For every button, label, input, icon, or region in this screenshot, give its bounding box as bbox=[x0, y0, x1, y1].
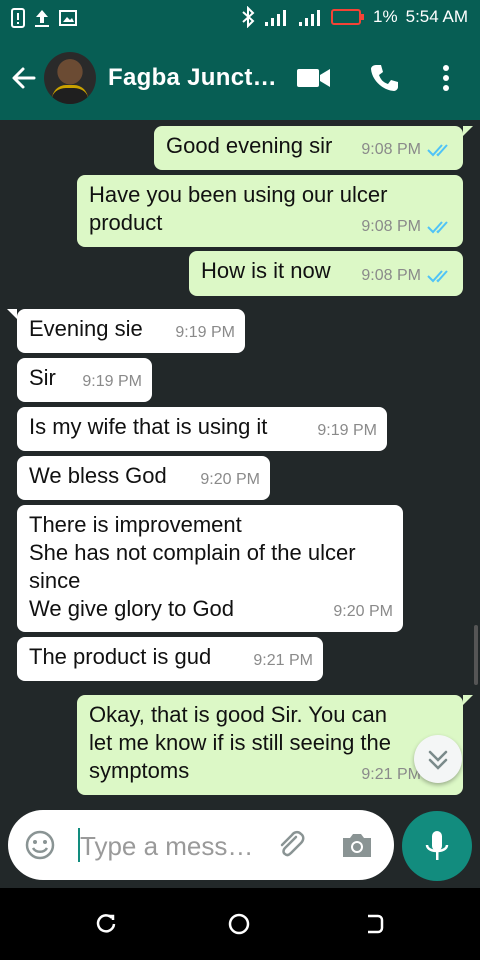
emoji-button[interactable] bbox=[24, 829, 56, 866]
message-time: 9:19 PM bbox=[82, 373, 142, 390]
image-notification-icon bbox=[59, 10, 77, 26]
phone-icon bbox=[371, 65, 398, 91]
message-text-line: Okay, that is good Sir. You can bbox=[89, 702, 388, 727]
message-time: 9:08 PM bbox=[361, 267, 421, 284]
message-meta: 9:19 PM bbox=[82, 368, 142, 396]
message-bubble-incoming[interactable]: Sir 9:19 PM bbox=[17, 358, 152, 402]
message-text-line: She has not complain of the ulcer bbox=[29, 540, 356, 565]
message-text: How is it now bbox=[201, 258, 331, 283]
attach-icon bbox=[280, 830, 305, 857]
message-meta: 9:08 PM bbox=[361, 262, 453, 290]
status-left-icons bbox=[10, 8, 78, 28]
message-bubble-incoming[interactable]: The product is gud 9:21 PM bbox=[17, 637, 323, 681]
battery-low-icon bbox=[331, 9, 365, 25]
message-time: 9:20 PM bbox=[200, 471, 260, 488]
recents-button[interactable] bbox=[94, 912, 118, 941]
more-options-button[interactable] bbox=[436, 64, 456, 97]
video-call-icon bbox=[297, 69, 330, 87]
message-text: Sir bbox=[29, 365, 56, 390]
back-nav-button[interactable] bbox=[362, 912, 386, 941]
status-right: 1% 5:54 AM bbox=[241, 6, 468, 28]
clock: 5:54 AM bbox=[405, 7, 468, 26]
camera-button[interactable] bbox=[340, 830, 374, 865]
attach-button[interactable] bbox=[274, 828, 308, 867]
voice-call-button[interactable] bbox=[368, 62, 400, 99]
message-bubble-outgoing[interactable]: How is it now 9:08 PM bbox=[189, 251, 463, 296]
message-bubble-outgoing[interactable]: Have you been using our ulcer product 9:… bbox=[77, 175, 463, 247]
message-bubble-incoming[interactable]: Is my wife that is using it 9:19 PM bbox=[17, 407, 387, 451]
upload-icon bbox=[35, 10, 49, 27]
signal-icon bbox=[299, 10, 321, 26]
read-receipt-icon bbox=[427, 144, 448, 157]
contact-name[interactable]: Fagba Junct… bbox=[108, 64, 277, 92]
more-vert-icon bbox=[443, 65, 449, 91]
message-time: 9:19 PM bbox=[317, 422, 377, 439]
message-meta: 9:19 PM bbox=[175, 319, 235, 347]
status-bar: 1% 5:54 AM bbox=[0, 0, 480, 36]
message-input[interactable]: Type a mess… bbox=[8, 810, 394, 880]
signal-icon bbox=[265, 10, 287, 26]
message-placeholder: Type a mess… bbox=[80, 831, 254, 861]
chat-header: Fagba Junct… bbox=[0, 36, 480, 120]
message-time: 9:08 PM bbox=[361, 141, 421, 158]
scroll-to-bottom-button[interactable] bbox=[414, 735, 462, 783]
read-receipt-icon bbox=[427, 270, 448, 283]
message-text-line: There is improvement bbox=[29, 512, 242, 537]
home-icon bbox=[228, 913, 250, 935]
message-text: Is my wife that is using it bbox=[29, 414, 268, 439]
scrollbar[interactable] bbox=[474, 625, 478, 685]
message-text-line: Have you been using our ulcer bbox=[89, 182, 388, 207]
message-time: 9:08 PM bbox=[361, 218, 421, 235]
message-time: 9:21 PM bbox=[361, 766, 421, 783]
composer-bar: Type a mess… bbox=[0, 810, 480, 888]
message-text-line: since bbox=[29, 568, 81, 593]
message-meta: 9:21 PM bbox=[253, 647, 313, 675]
recents-icon bbox=[96, 914, 116, 933]
message-time: 9:19 PM bbox=[175, 324, 235, 341]
message-time: 9:21 PM bbox=[253, 652, 313, 669]
message-meta: 9:20 PM bbox=[200, 466, 260, 494]
camera-icon bbox=[343, 834, 371, 857]
message-text: Good evening sir bbox=[166, 133, 333, 158]
sim-card-icon bbox=[11, 8, 25, 28]
message-bubble-incoming[interactable]: We bless God 9:20 PM bbox=[17, 456, 270, 500]
double-chevron-down-icon bbox=[428, 750, 448, 770]
back-button[interactable] bbox=[10, 64, 38, 97]
voice-record-button[interactable] bbox=[402, 811, 472, 881]
message-bubble-outgoing[interactable]: Good evening sir 9:08 PM bbox=[154, 126, 473, 170]
bluetooth-icon bbox=[242, 6, 255, 28]
message-meta: 9:08 PM bbox=[361, 136, 453, 164]
message-text: The product is gud bbox=[29, 644, 212, 669]
video-call-button[interactable] bbox=[296, 66, 332, 95]
message-bubble-incoming[interactable]: Evening sie 9:19 PM bbox=[7, 309, 245, 353]
message-meta: 9:20 PM bbox=[333, 598, 393, 626]
message-time: 9:20 PM bbox=[333, 603, 393, 620]
battery-percent: 1% bbox=[373, 7, 398, 26]
emoji-icon bbox=[25, 830, 55, 860]
home-button[interactable] bbox=[226, 911, 252, 942]
message-bubble-incoming[interactable]: There is improvement She has not complai… bbox=[17, 505, 403, 632]
message-meta: 9:19 PM bbox=[317, 417, 377, 445]
message-text: Evening sie bbox=[29, 316, 143, 341]
message-meta: 9:08 PM bbox=[361, 213, 453, 241]
message-bubble-outgoing[interactable]: Okay, that is good Sir. You can let me k… bbox=[77, 695, 473, 795]
avatar[interactable] bbox=[44, 52, 96, 104]
back-nav-icon bbox=[368, 914, 384, 934]
message-text: We bless God bbox=[29, 463, 167, 488]
message-list[interactable]: Good evening sir 9:08 PM Have you been u… bbox=[0, 120, 480, 810]
message-text-line: let me know if is still seeing the bbox=[89, 730, 392, 755]
read-receipt-icon bbox=[427, 221, 448, 234]
system-nav-bar bbox=[0, 888, 480, 960]
mic-icon bbox=[425, 831, 449, 860]
back-arrow-icon bbox=[12, 67, 36, 89]
